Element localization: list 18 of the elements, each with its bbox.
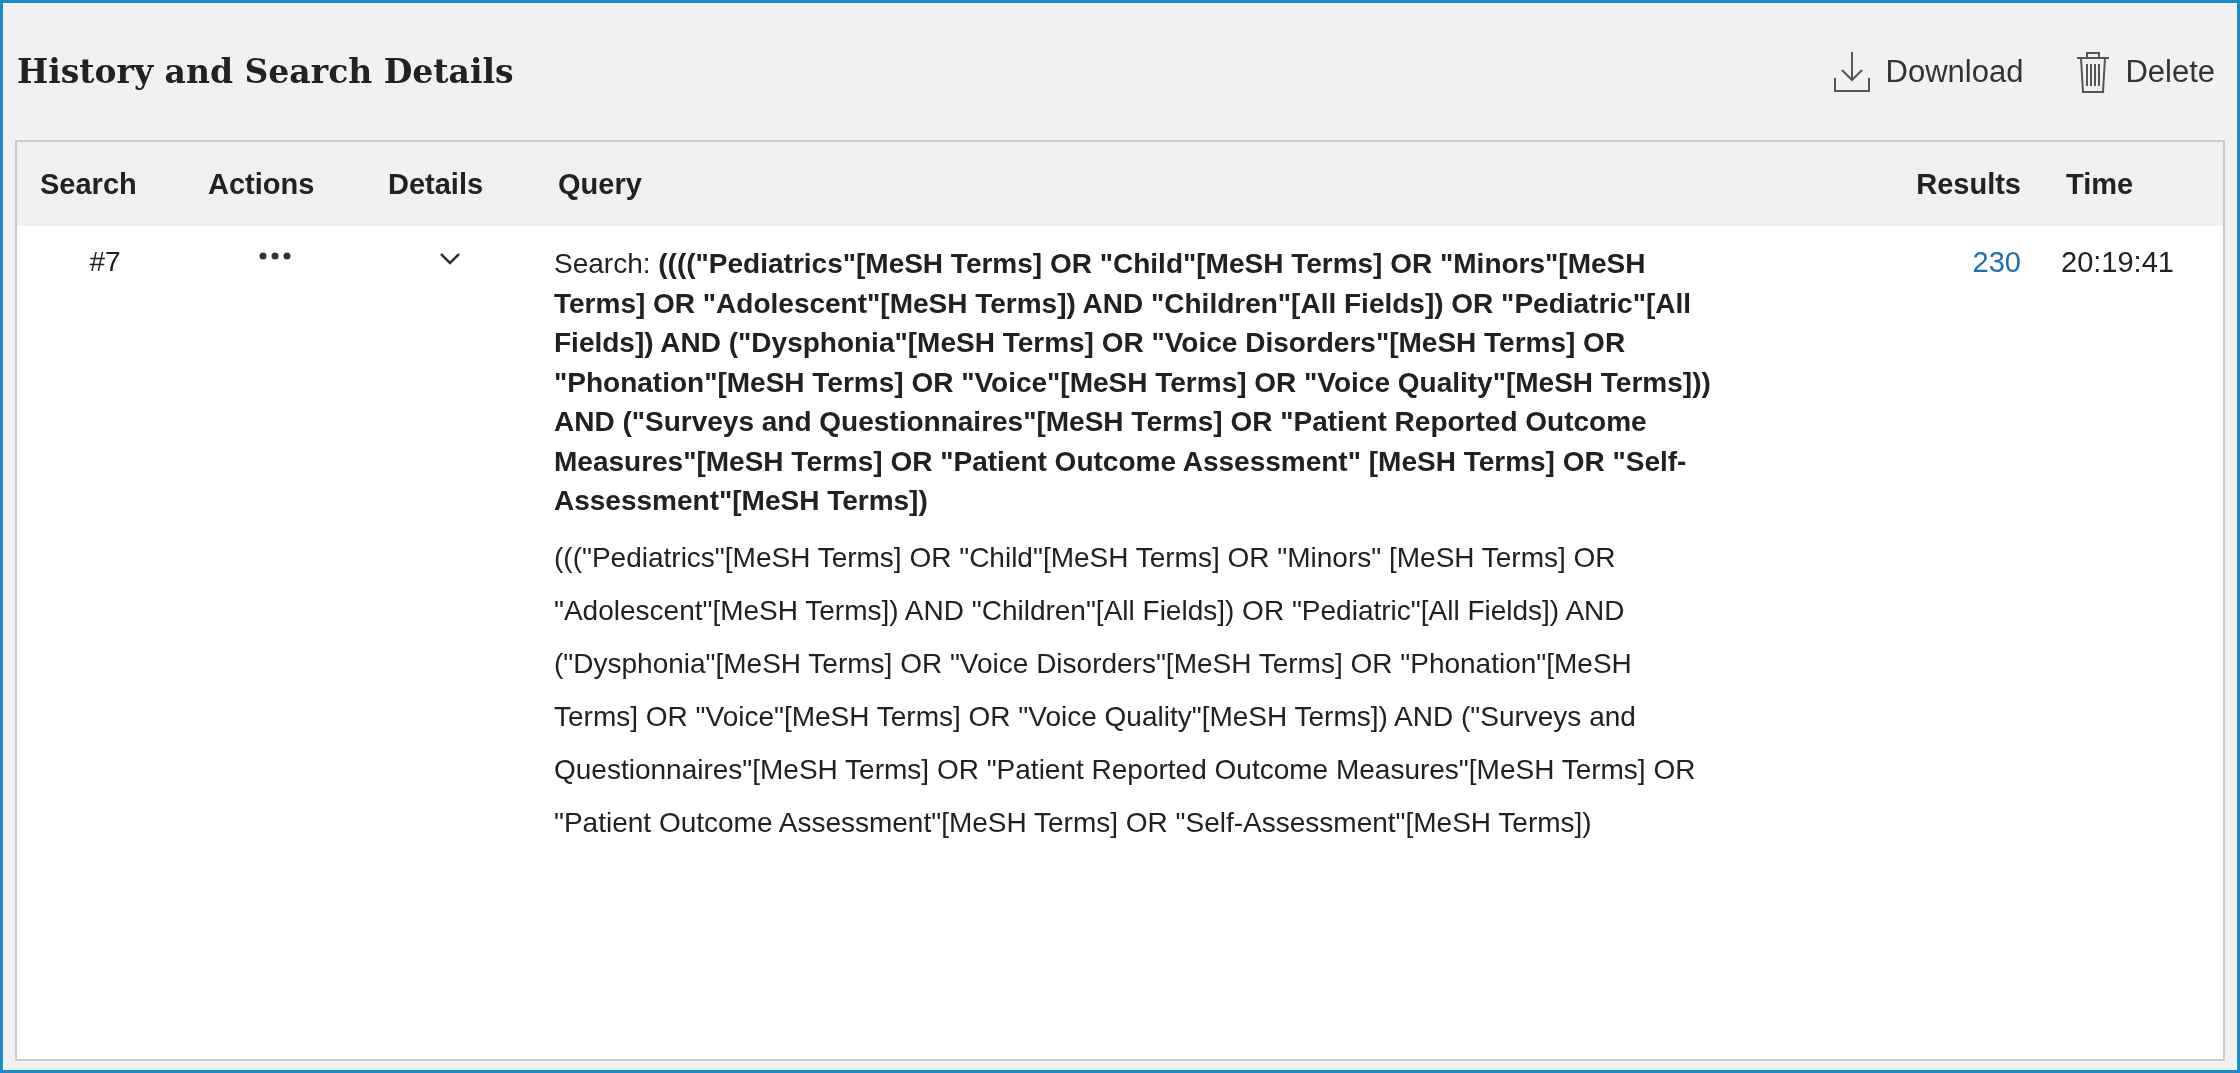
- delete-button[interactable]: Delete: [2075, 49, 2215, 94]
- download-button[interactable]: Download: [1831, 49, 2024, 94]
- chevron-down-icon: [439, 252, 461, 266]
- column-header: Time: [2043, 142, 2223, 226]
- trash-icon: [2075, 49, 2112, 94]
- download-icon: [1831, 49, 1872, 94]
- search-time: 20:19:41: [2060, 245, 2175, 280]
- column-header: Query: [535, 142, 1740, 226]
- query-details: ((("Pediatrics"[MeSH Terms] OR "Child"[MeSH Terms] OR "Minors" [MeSH Terms] OR "Adolescent"[MeSH Terms]) AND "Children"[All Fields]) OR "Pediatric"[All Fields]) AND ("Dysphonia"[MeSH Terms] OR "Voice Disorders"[MeSH Terms] OR "Phonation"[MeSH Terms] OR "Voice"[MeSH Terms] OR "Voice Quality"[MeSH Terms]) AND ("Surveys and Questionnaires"[MeSH Terms] OR "Patient Reported Outcome Measures"[MeSH Terms] OR "Patient Outcome Assessment"[MeSH Terms] OR "Self-Assessment"[MeSH Terms]): [554, 540, 1697, 840]
- search-query: Search: (((("Pediatrics"[MeSH Terms] OR "Child"[MeSH Terms] OR "Minors"[MeSH Terms] OR "Adolescent"[MeSH Terms]) AND "Children"[All Fields]) OR "Pediatric"[All Fields]) AND ("Dysphonia"[MeSH Terms] OR "Voice Disorders"[MeSH Terms] OR "Phonation"[MeSH Terms] OR "Voice"[MeSH Terms] OR "Voice Quality"[MeSH Terms])) AND ("Surveys and Questionnaires"[MeSH Terms] OR "Patient Reported Outcome Measures"[MeSH Terms] OR "Patient Outcome Assessment" [MeSH Terms] OR "Self-Assessment"[MeSH Terms]): [554, 247, 1712, 518]
- column-header: Actions: [185, 142, 365, 226]
- search-number: #7: [88, 246, 121, 278]
- results-link[interactable]: 230: [1972, 246, 2021, 849]
- more-icon: [259, 252, 291, 260]
- column-header: Results: [1740, 142, 2043, 226]
- panel-title: History and Search Details: [17, 52, 514, 91]
- column-header: Details: [365, 142, 535, 226]
- column-header: Search: [17, 142, 185, 226]
